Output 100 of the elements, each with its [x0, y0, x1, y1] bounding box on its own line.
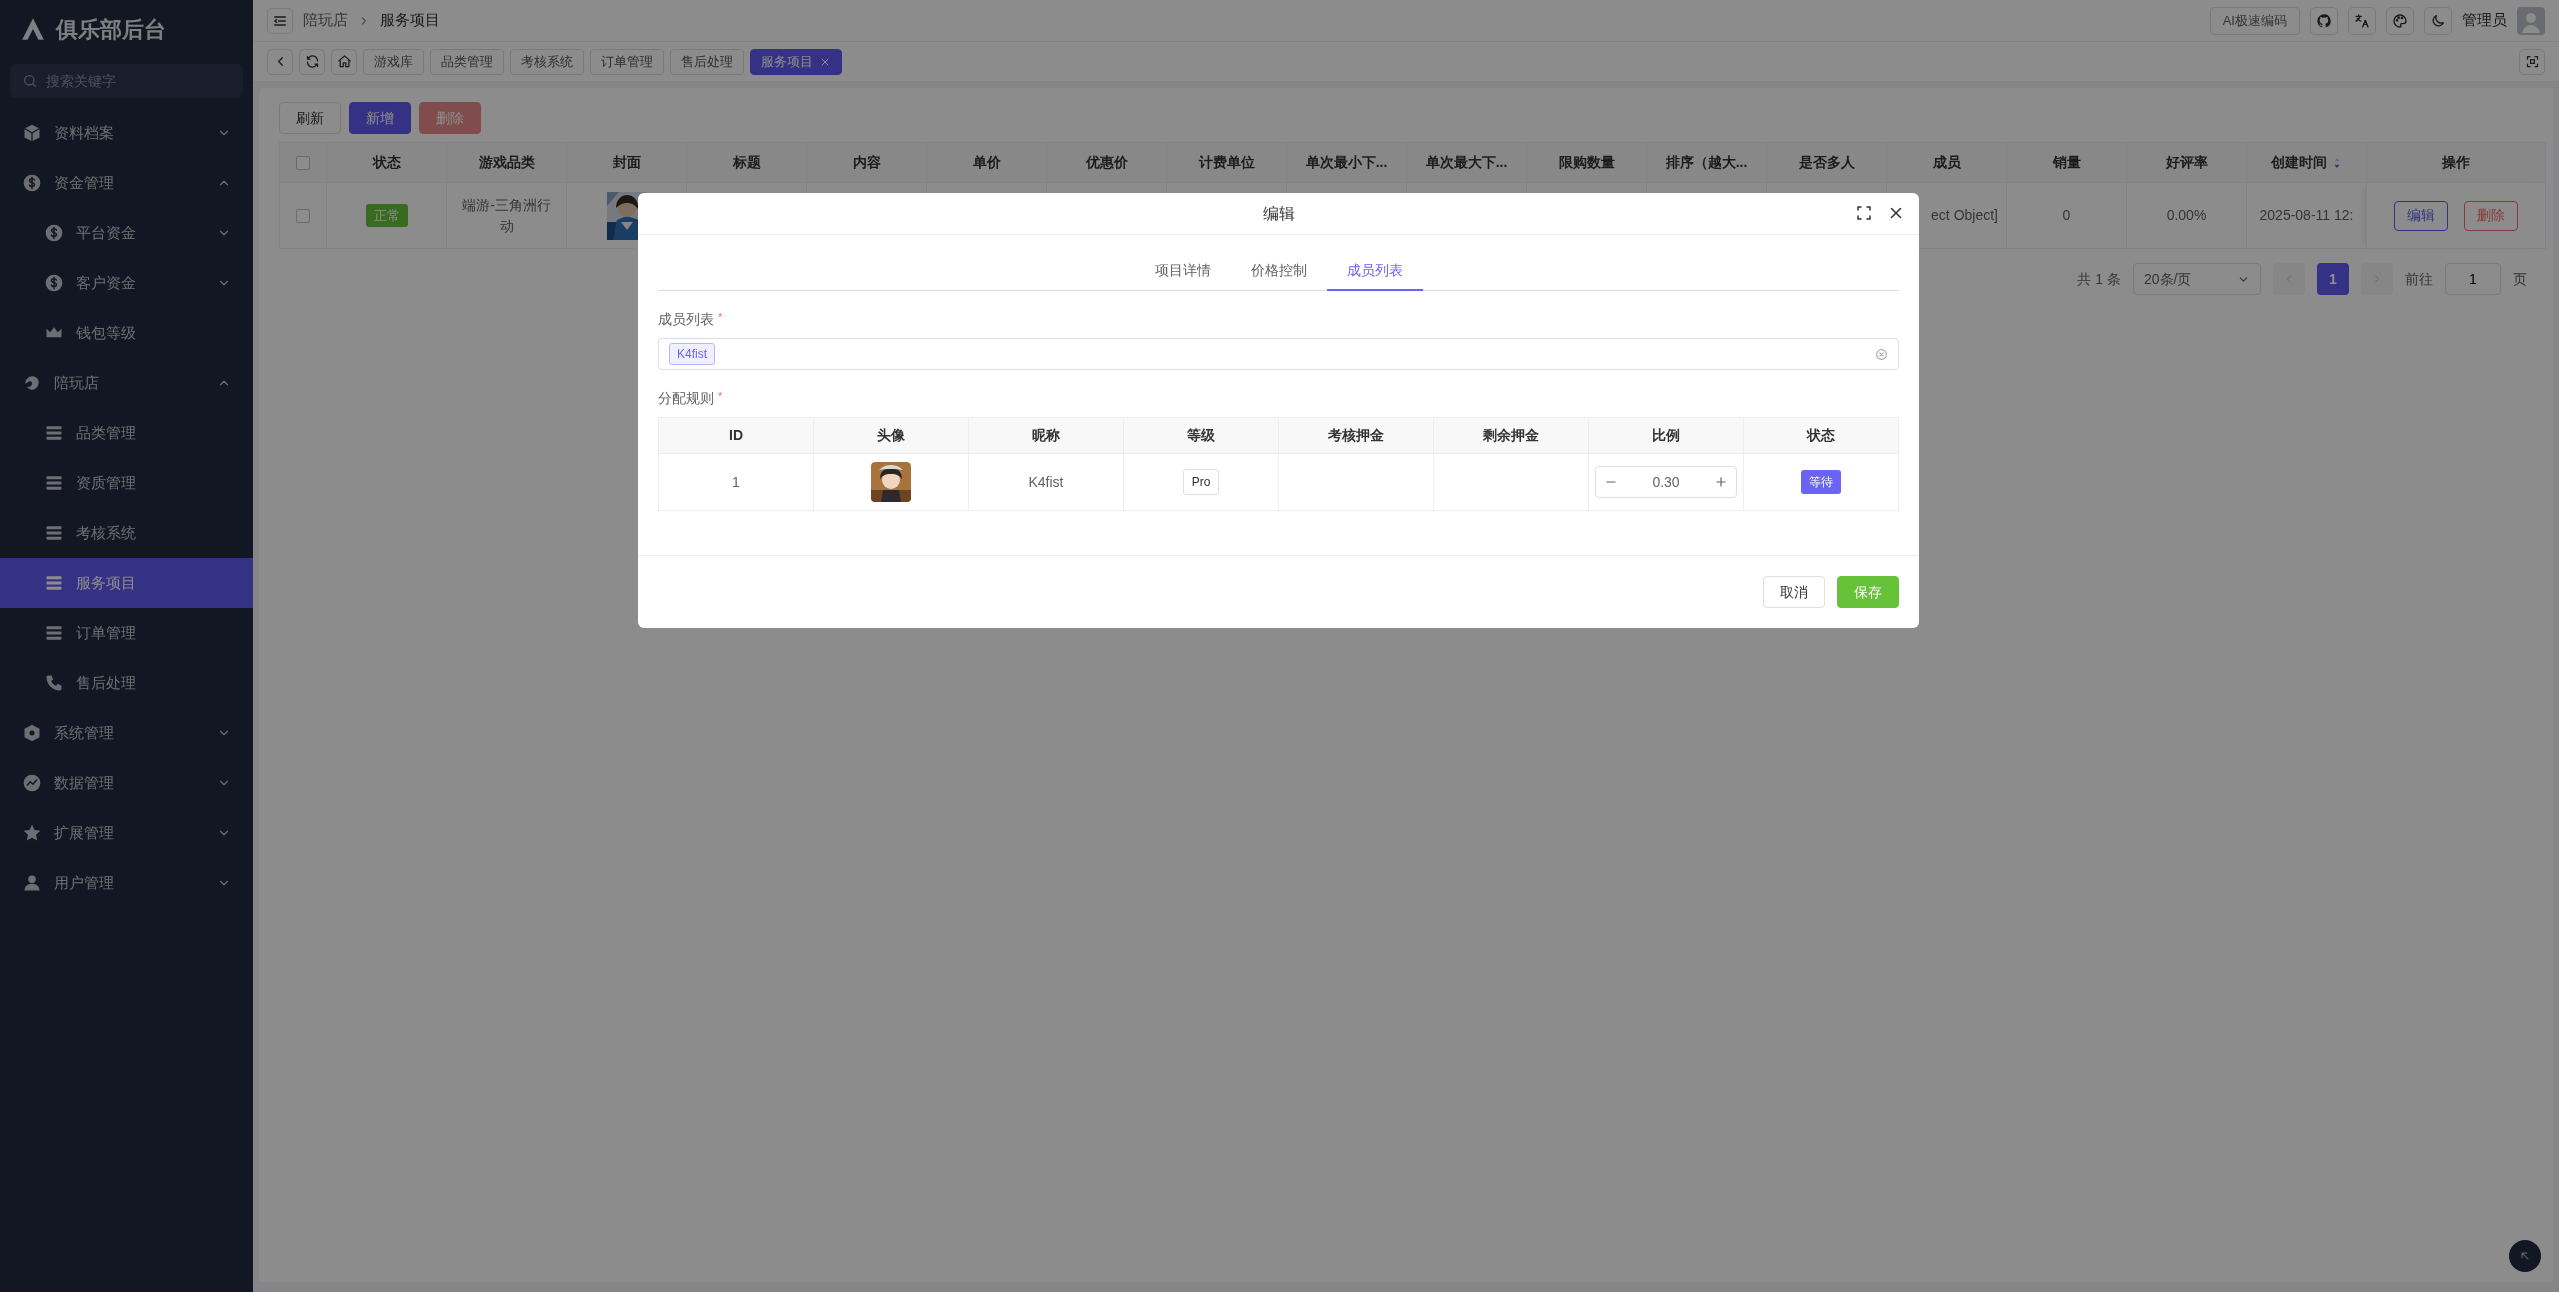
dialog-tab[interactable]: 成员列表	[1326, 251, 1423, 291]
column-header: 状态	[1807, 427, 1835, 443]
palette-button[interactable]	[2386, 6, 2414, 35]
delete-button[interactable]: 删除	[2464, 200, 2518, 231]
page-button[interactable]: 1	[2317, 263, 2349, 295]
column-header: 内容	[852, 154, 881, 170]
column-header: 单次最小下...	[1305, 154, 1388, 170]
sidebar-item[interactable]: 资料档案	[0, 108, 253, 158]
sidebar-item[interactable]: 扩展管理	[0, 808, 253, 858]
translate-button[interactable]	[2348, 6, 2376, 35]
column-header: ID	[729, 427, 743, 443]
sidebar-item[interactable]: 订单管理	[0, 608, 253, 658]
member-tag[interactable]: K4fist	[669, 343, 715, 365]
page-input[interactable]: 1	[2445, 263, 2501, 295]
refresh-button[interactable]: 刷新	[279, 102, 341, 134]
breadcrumb-item[interactable]: 陪玩店	[303, 9, 348, 32]
column-header: 好评率	[2165, 154, 2208, 170]
github-icon	[2316, 12, 2332, 29]
sidebar-item[interactable]: 钱包等级	[0, 308, 253, 358]
dialog-title: 编辑	[1262, 203, 1295, 224]
list-icon	[44, 523, 64, 543]
plus-icon[interactable]	[1714, 475, 1728, 489]
table-cell: 0	[2062, 207, 2071, 223]
sidebar-item[interactable]: 服务项目	[0, 558, 253, 608]
sidebar-item[interactable]: 资金管理	[0, 158, 253, 208]
github-button[interactable]	[2310, 6, 2338, 35]
cancel-button[interactable]: 取消	[1763, 576, 1825, 608]
home-button[interactable]	[331, 48, 357, 75]
column-header: 等级	[1187, 427, 1215, 443]
column-header: 比例	[1652, 427, 1680, 443]
table-cell: 0.00%	[2166, 207, 2207, 223]
column-header: 状态	[372, 154, 401, 170]
column-header: 剩余押金	[1483, 427, 1539, 443]
goto-label: 前往	[2405, 269, 2433, 289]
column-header: 昵称	[1032, 427, 1060, 443]
hexagon-icon	[22, 723, 42, 743]
edit-button[interactable]: 编辑	[2394, 200, 2448, 231]
column-header: 单价	[972, 154, 1001, 170]
sidebar-item[interactable]: 系统管理	[0, 708, 253, 758]
app-title: 俱乐部后台	[56, 15, 166, 44]
total-count: 共 1 条	[2077, 269, 2121, 289]
level-tag: Pro	[1182, 469, 1220, 495]
member-select[interactable]: K4fist	[658, 338, 1899, 370]
column-header: 销量	[2052, 154, 2081, 170]
column-header[interactable]: 创建时间	[2271, 154, 2327, 170]
back-button[interactable]	[267, 48, 293, 75]
dialog-tab[interactable]: 价格控制	[1230, 251, 1327, 291]
page-tab[interactable]: 订单管理	[590, 48, 664, 75]
sidebar-item[interactable]: 资质管理	[0, 458, 253, 508]
page-tab[interactable]: 考核系统	[510, 48, 584, 75]
list-icon	[44, 423, 64, 443]
checkbox[interactable]	[296, 156, 310, 171]
page-tab[interactable]: 品类管理	[430, 48, 504, 75]
dollar-coin-icon	[44, 223, 64, 243]
page-tab[interactable]: 游戏库	[363, 48, 424, 75]
user-name[interactable]: 管理员	[2462, 9, 2507, 32]
page-size-select[interactable]: 20条/页	[2133, 263, 2261, 295]
field-label: 成员列表	[658, 311, 714, 327]
sidebar-item[interactable]: 品类管理	[0, 408, 253, 458]
sidebar-item[interactable]: 数据管理	[0, 758, 253, 808]
sidebar-item[interactable]: 售后处理	[0, 658, 253, 708]
sidebar-item[interactable]: 陪玩店	[0, 358, 253, 408]
sidebar-item[interactable]: 平台资金	[0, 208, 253, 258]
column-header: 标题	[732, 154, 761, 170]
add-button[interactable]: 新增	[349, 102, 411, 134]
column-header: 优惠价	[1085, 154, 1128, 170]
status-tag: 等待	[1801, 470, 1841, 494]
table-cell: 2025-08-11 12:	[2259, 207, 2354, 223]
refresh-icon	[304, 54, 320, 69]
sidebar-item[interactable]: 用户管理	[0, 858, 253, 908]
column-header: 排序（越大...	[1665, 154, 1748, 170]
ai-coding-button[interactable]: AI极速编码	[2209, 6, 2300, 35]
checkbox[interactable]	[296, 209, 310, 224]
phone-icon	[44, 673, 64, 693]
list-icon	[44, 573, 64, 593]
save-button[interactable]: 保存	[1837, 576, 1899, 608]
refresh-button[interactable]	[299, 48, 325, 75]
home-icon	[336, 54, 352, 69]
status-tag: 正常	[365, 203, 408, 228]
column-header: 考核押金	[1328, 427, 1384, 443]
fullscreen-icon[interactable]	[1855, 204, 1873, 222]
fullscreen-button[interactable]	[2519, 48, 2545, 75]
collapse-menu-button[interactable]	[267, 7, 293, 34]
page-tab[interactable]: 服务项目	[750, 48, 842, 75]
sidebar-item[interactable]: 客户资金	[0, 258, 253, 308]
swirl-icon	[22, 373, 42, 393]
moon-button[interactable]	[2424, 6, 2452, 35]
table-cell: K4fist	[1028, 473, 1064, 490]
ratio-input[interactable]: 0.30	[1595, 466, 1737, 498]
required-mark: *	[718, 311, 723, 323]
required-mark: *	[718, 390, 723, 402]
dollar-coin-icon	[44, 273, 64, 293]
column-header: 封面	[612, 154, 641, 170]
clear-icon[interactable]	[1875, 347, 1888, 361]
column-header: 单次最大下...	[1425, 154, 1508, 170]
star-icon	[22, 823, 42, 843]
sidebar-item[interactable]: 考核系统	[0, 508, 253, 558]
dialog-tab[interactable]: 项目详情	[1134, 251, 1231, 291]
page-tab[interactable]: 售后处理	[670, 48, 744, 75]
logo-icon	[20, 16, 46, 42]
